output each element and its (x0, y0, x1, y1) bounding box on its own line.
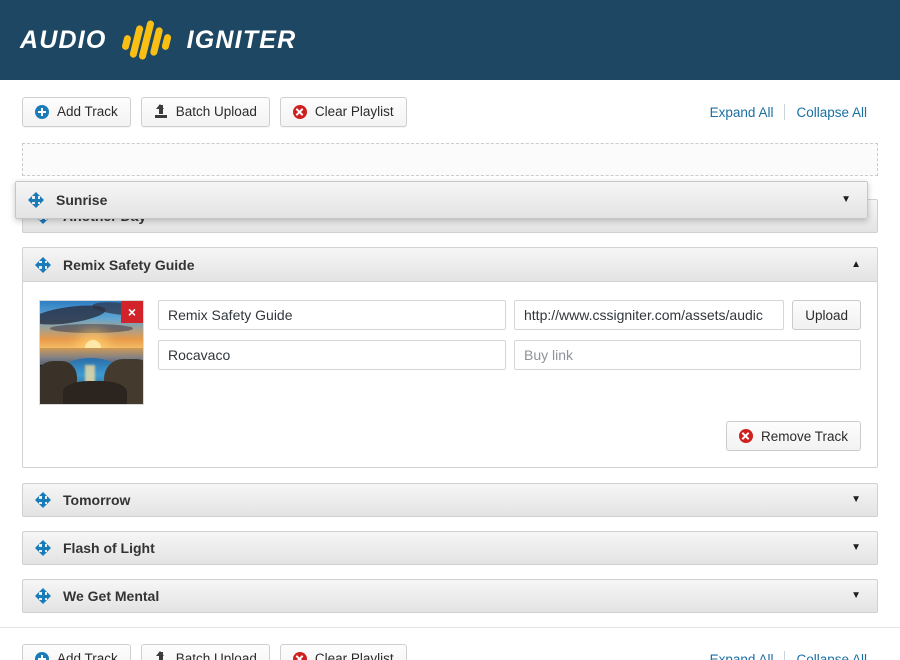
track-row-tomorrow[interactable]: Tomorrow ▼ (22, 483, 878, 517)
track-title: Sunrise (56, 192, 108, 208)
playlist-editor: Add Track Batch Upload Clear Playlist Ex… (0, 80, 900, 660)
upload-button[interactable]: Upload (792, 300, 861, 330)
expand-all-link-bottom[interactable]: Expand All (699, 652, 785, 660)
track-artist-input[interactable] (158, 340, 506, 370)
track-header[interactable]: Remix Safety Guide ▲ (23, 248, 877, 282)
add-track-label: Add Track (57, 104, 118, 120)
field-row-artist-buy (158, 340, 861, 370)
clear-playlist-button-bottom[interactable]: Clear Playlist (279, 644, 407, 660)
x-circle-icon (738, 429, 753, 443)
batch-upload-label: Batch Upload (175, 651, 257, 660)
logo-text-audio: AUDIO (20, 25, 107, 54)
clear-playlist-label: Clear Playlist (314, 651, 394, 660)
drag-handle-icon[interactable] (35, 256, 51, 273)
track-url-input[interactable] (514, 300, 785, 330)
expand-all-link[interactable]: Expand All (699, 105, 785, 120)
upload-icon (154, 104, 168, 119)
chevron-down-icon[interactable]: ▼ (841, 195, 851, 205)
track-title-input[interactable] (158, 300, 506, 330)
field-row-title-url: Upload (158, 300, 861, 330)
chevron-up-icon[interactable]: ▲ (851, 259, 861, 270)
logo-text-igniter: IGNITER (186, 25, 297, 54)
audioigniter-logo: AUDIO IGNITER (20, 19, 296, 61)
track-fields: Upload (158, 300, 861, 405)
add-track-button-bottom[interactable]: Add Track (22, 644, 131, 660)
track-title: Remix Safety Guide (63, 256, 195, 273)
chevron-down-icon[interactable]: ▼ (851, 543, 861, 553)
track-header[interactable]: Sunrise ▼ (15, 181, 868, 219)
track-details: × Upload (23, 282, 877, 421)
track-title: We Get Mental (63, 588, 160, 604)
track-row-flash-of-light[interactable]: Flash of Light ▼ (22, 531, 878, 565)
remove-track-label: Remove Track (760, 428, 848, 444)
collapse-all-link-bottom[interactable]: Collapse All (785, 652, 878, 660)
toolbar-top-actions: Add Track Batch Upload Clear Playlist (22, 97, 407, 127)
toolbar-bottom-links: Expand All Collapse All (699, 651, 878, 660)
app-header: AUDIO IGNITER (0, 0, 900, 80)
cover-art-thumbnail[interactable]: × (39, 300, 144, 405)
waveform-icon (120, 19, 173, 61)
drag-drop-placeholder (22, 143, 878, 176)
batch-upload-button-bottom[interactable]: Batch Upload (140, 644, 270, 660)
add-track-button[interactable]: Add Track (22, 97, 131, 127)
batch-upload-button[interactable]: Batch Upload (140, 97, 270, 127)
remove-cover-art-button[interactable]: × (121, 301, 143, 323)
plus-circle-icon (35, 105, 49, 119)
track-title: Flash of Light (63, 540, 155, 556)
track-row-sunrise[interactable]: Sunrise ▼ (15, 181, 868, 219)
chevron-down-icon[interactable]: ▼ (851, 591, 861, 601)
toolbar-bottom: Add Track Batch Upload Clear Playlist Ex… (0, 628, 900, 660)
toolbar-top: Add Track Batch Upload Clear Playlist Ex… (0, 80, 900, 143)
track-header[interactable]: Flash of Light ▼ (22, 531, 878, 565)
batch-upload-label: Batch Upload (175, 104, 257, 120)
toolbar-top-links: Expand All Collapse All (699, 104, 878, 120)
drag-handle-icon[interactable] (35, 588, 51, 604)
track-row-we-get-mental[interactable]: We Get Mental ▼ (22, 579, 878, 613)
track-buy-link-input[interactable] (514, 340, 861, 370)
track-row-remix-safety-guide[interactable]: Remix Safety Guide ▲ × Remix Safety Guid… (22, 247, 878, 468)
drag-handle-icon[interactable] (28, 192, 44, 208)
toolbar-bottom-actions: Add Track Batch Upload Clear Playlist (22, 644, 407, 660)
remove-track-button[interactable]: Remove Track (725, 421, 861, 451)
track-header[interactable]: Tomorrow ▼ (22, 483, 878, 517)
plus-circle-icon (35, 652, 49, 660)
track-title: Tomorrow (63, 492, 131, 508)
cover-art-column: × (39, 300, 144, 405)
track-header[interactable]: We Get Mental ▼ (22, 579, 878, 613)
clear-playlist-button[interactable]: Clear Playlist (279, 97, 407, 127)
clear-playlist-label: Clear Playlist (314, 104, 394, 120)
track-list: Sunrise ▼ Another Day ▼ (0, 143, 900, 613)
x-circle-icon (292, 105, 307, 119)
drag-handle-icon[interactable] (35, 540, 51, 556)
track-actions: Remove Track (23, 421, 877, 467)
upload-icon (154, 651, 168, 660)
add-track-label: Add Track (57, 651, 118, 660)
chevron-down-icon[interactable]: ▼ (851, 495, 861, 505)
admin-page: AUDIO IGNITER Add Track Batch Upload Cle… (0, 0, 900, 660)
drag-handle-icon[interactable] (35, 492, 51, 508)
x-circle-icon (292, 652, 307, 660)
collapse-all-link[interactable]: Collapse All (785, 105, 878, 120)
